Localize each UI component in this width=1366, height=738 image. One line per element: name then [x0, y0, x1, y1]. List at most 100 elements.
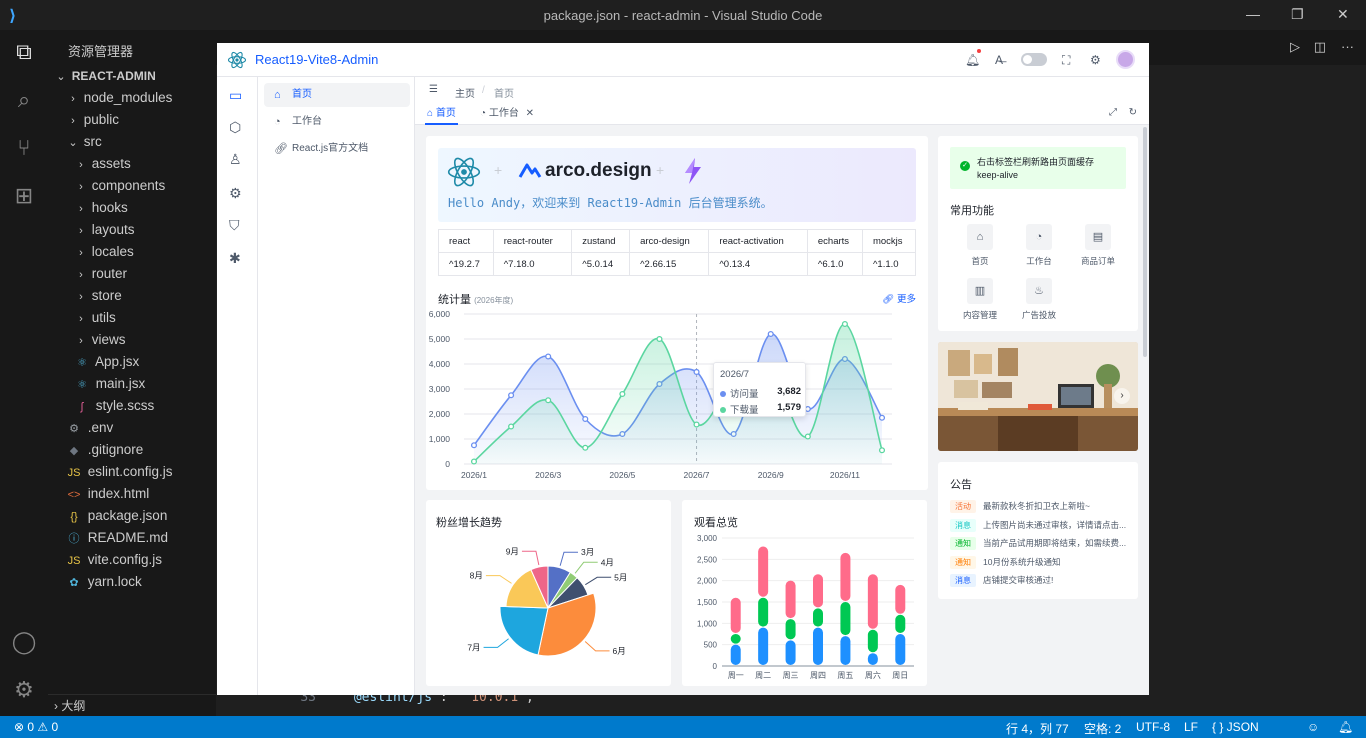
data-point[interactable]	[545, 397, 552, 404]
bar-segment[interactable]	[758, 546, 769, 597]
run-icon[interactable]: ▷	[1290, 39, 1300, 55]
split-editor-icon[interactable]: ◫	[1314, 39, 1326, 55]
app-scrollbar[interactable]	[1143, 127, 1147, 357]
menu-item-home[interactable]: ⌂ 首页	[264, 83, 410, 107]
avatar[interactable]	[1116, 50, 1135, 69]
copilot-icon[interactable]: ☺	[1307, 720, 1319, 734]
outline-section[interactable]: › 大纲	[48, 694, 216, 716]
bar-segment[interactable]	[813, 627, 823, 665]
bar-segment[interactable]	[867, 629, 878, 653]
tree-folder[interactable]: › node_modules	[48, 87, 216, 109]
tree-folder[interactable]: › views	[48, 329, 216, 351]
views-bar-chart[interactable]: 0 500 1,000 1,500 2,000 2,500 3,000 周一 周二 周三 周四 周五 周…	[682, 530, 927, 686]
data-point[interactable]	[582, 444, 589, 451]
data-point[interactable]	[656, 335, 663, 343]
bar-segment[interactable]	[730, 634, 741, 644]
data-point[interactable]	[693, 368, 700, 375]
func-home[interactable]: ⌂ 首页	[960, 224, 1000, 267]
bar-segment[interactable]	[840, 636, 851, 665]
tree-file[interactable]: ⚙ .env	[48, 417, 216, 439]
tree-folder[interactable]: › utils	[48, 307, 216, 329]
tab-home[interactable]: ⌂ 首页	[425, 103, 458, 125]
tree-folder[interactable]: › hooks	[48, 197, 216, 219]
account-icon[interactable]: ◯	[10, 628, 38, 656]
problems-status[interactable]: ⊗ 0 ⚠ 0	[14, 720, 58, 734]
box-icon[interactable]: ⬡	[229, 119, 241, 136]
tree-file[interactable]: ⚛ App.jsx	[48, 351, 216, 373]
bar-segment[interactable]	[730, 597, 741, 633]
encoding[interactable]: UTF-8	[1136, 720, 1170, 734]
data-point[interactable]	[878, 414, 886, 421]
breadcrumb-home[interactable]: 主页	[455, 85, 475, 100]
expand-icon[interactable]: ⤢	[1109, 107, 1117, 118]
notice-item[interactable]: 消息 店铺提交审核通过!	[950, 574, 1053, 587]
bar-segment[interactable]	[895, 634, 906, 665]
app-name[interactable]: React19-Vite8-Admin	[255, 52, 378, 67]
func-orders[interactable]: ▤ 商品订单	[1078, 224, 1118, 267]
menu-item-workbench[interactable]: ◔ 工作台	[264, 110, 410, 134]
carousel-next-icon[interactable]: ›	[1114, 388, 1130, 404]
tree-file[interactable]: {} package.json	[48, 505, 216, 527]
translate-icon[interactable]: A̶	[995, 53, 1003, 67]
tree-file[interactable]: <> index.html	[48, 483, 216, 505]
explorer-icon[interactable]: ⧉	[10, 38, 38, 66]
tree-folder[interactable]: › store	[48, 285, 216, 307]
bar-segment[interactable]	[785, 619, 796, 640]
carousel[interactable]: ›	[938, 342, 1138, 451]
tab-close-icon[interactable]: ✕	[526, 108, 534, 119]
more-actions-icon[interactable]: ···	[1341, 39, 1354, 54]
tree-file[interactable]: ⚛ main.jsx	[48, 373, 216, 395]
data-point[interactable]	[470, 442, 478, 449]
user-icon[interactable]: ♙	[229, 151, 242, 168]
refresh-icon[interactable]: ↻	[1129, 107, 1137, 118]
tree-file[interactable]: JS vite.config.js	[48, 549, 216, 571]
func-ads[interactable]: ♨ 广告投放	[1019, 278, 1059, 321]
bar-segment[interactable]	[840, 602, 851, 636]
monitor-icon[interactable]: ▭	[229, 87, 242, 104]
data-point[interactable]	[878, 447, 886, 454]
restore-icon[interactable]: ❐	[1291, 6, 1304, 23]
bar-segment[interactable]	[867, 653, 878, 665]
notice-item[interactable]: 通知 当前产品试用期即将结束，如需续费...	[950, 537, 1126, 550]
notifications-icon[interactable]: 🔔︎	[1338, 720, 1353, 734]
more-link[interactable]: 🔗︎ 更多	[882, 291, 916, 305]
menu-item-react-docs[interactable]: 🔗︎ React.js官方文档	[264, 137, 410, 161]
notice-item[interactable]: 通知 10月份系统升级通知	[950, 555, 1060, 569]
tree-file[interactable]: ◆ .gitignore	[48, 439, 216, 461]
line-ending[interactable]: LF	[1184, 720, 1198, 734]
tree-file[interactable]: JS eslint.config.js	[48, 461, 216, 483]
shield-icon[interactable]: ⛉	[229, 217, 240, 234]
tree-folder[interactable]: › locales	[48, 241, 216, 263]
extensions-icon[interactable]: ⊞	[10, 182, 38, 210]
fullscreen-icon[interactable]: ⛶	[1062, 53, 1070, 68]
bar-segment[interactable]	[730, 644, 741, 665]
tree-folder[interactable]: ⌄ src	[48, 131, 216, 153]
bar-segment[interactable]	[758, 597, 769, 627]
tree-file[interactable]: ✿ yarn.lock	[48, 571, 216, 593]
data-point[interactable]	[804, 433, 811, 440]
theme-toggle[interactable]	[1021, 53, 1047, 66]
collapse-menu-icon[interactable]: ☰	[429, 84, 438, 95]
data-point[interactable]	[619, 390, 626, 398]
data-point[interactable]	[582, 415, 589, 423]
tab-workbench[interactable]: ◔ 工作台 ✕	[480, 103, 534, 125]
func-content[interactable]: ▥ 内容管理	[960, 278, 1000, 321]
tree-folder[interactable]: ⌄ REACT-ADMIN	[48, 65, 216, 87]
search-icon[interactable]: ⌕	[10, 86, 38, 114]
bar-segment[interactable]	[867, 574, 878, 629]
minimize-icon[interactable]: —	[1246, 6, 1260, 22]
data-point[interactable]	[470, 458, 478, 465]
fans-pie-chart[interactable]: 3月 4月5月 6月 7月 8月 9月	[426, 530, 671, 686]
bar-segment[interactable]	[840, 552, 851, 601]
func-workbench[interactable]: ◔ 工作台	[1019, 224, 1059, 267]
tree-file[interactable]: ⓘ README.md	[48, 527, 216, 549]
tree-folder[interactable]: › router	[48, 263, 216, 285]
indentation[interactable]: 空格: 2	[1084, 720, 1121, 737]
stats-area-chart[interactable]: 0 1,000 2,000 3,000 4,000 5,000 6,000 2026/1 202…	[426, 306, 928, 486]
language-mode[interactable]: { } JSON	[1212, 720, 1259, 734]
bug-icon[interactable]: ✱	[229, 250, 241, 267]
bar-segment[interactable]	[758, 627, 769, 665]
gear-icon[interactable]: ⚙	[229, 185, 242, 202]
data-point[interactable]	[508, 392, 515, 399]
cursor-position[interactable]: 行 4，列 77	[1006, 720, 1069, 737]
